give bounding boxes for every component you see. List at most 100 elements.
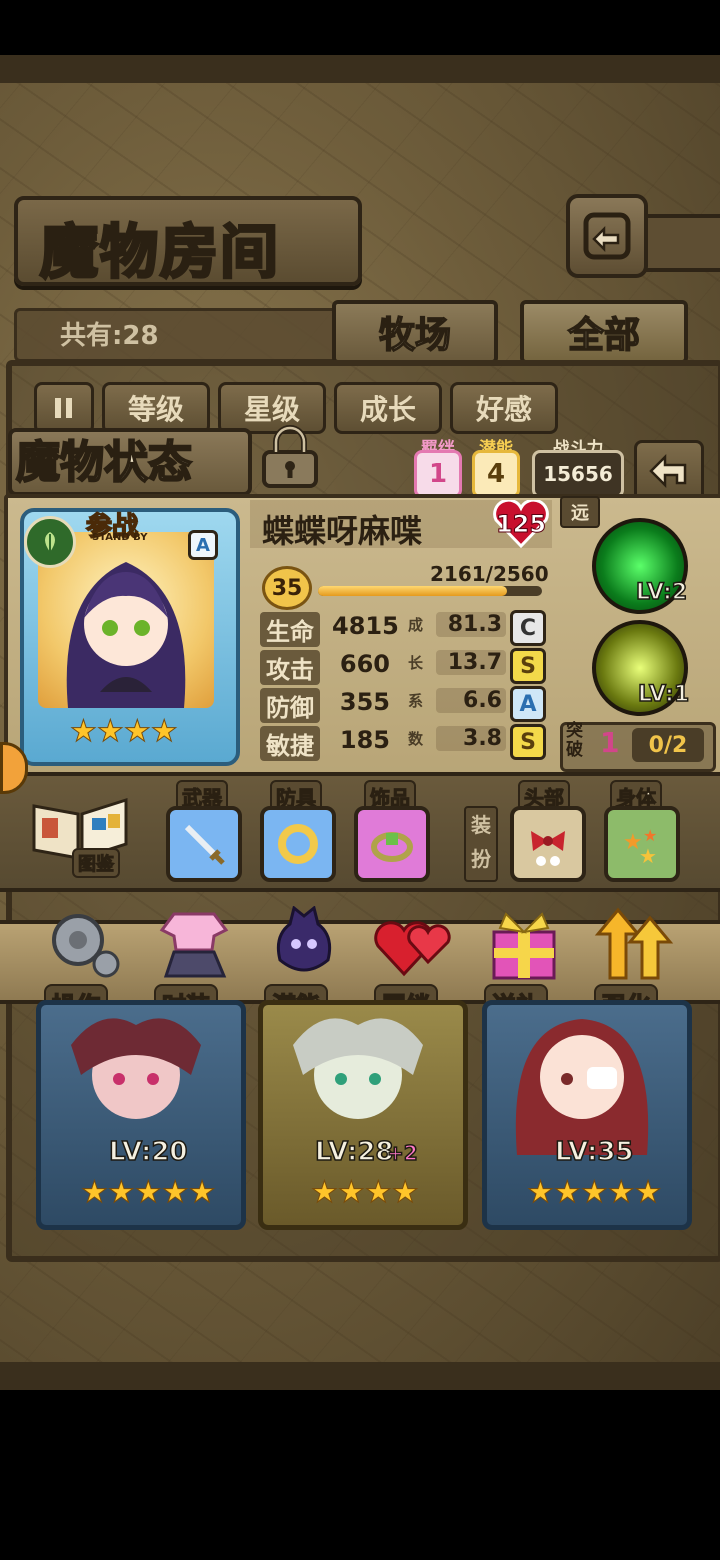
affection-heart: 125 xyxy=(492,500,550,548)
sort-affection-button[interactable]: 好感 xyxy=(450,382,558,434)
head-slot[interactable] xyxy=(510,806,586,882)
rank-badge: A xyxy=(188,530,218,560)
grade-badge: C xyxy=(510,610,546,646)
skill-1-level: LV:2 xyxy=(635,579,688,606)
page-title: 魔物房间 xyxy=(38,217,281,288)
stat-label: 攻击 xyxy=(260,650,320,685)
dress-char: 装 xyxy=(471,813,491,837)
exp-text: 2161/2560 xyxy=(430,562,549,586)
stat-label: 敏捷 xyxy=(260,726,320,761)
stat-value: 4815 xyxy=(332,612,399,640)
exp-bar xyxy=(318,586,542,596)
svg-text:★: ★ xyxy=(643,826,657,845)
breakthrough-char: 破 xyxy=(566,740,583,760)
breakthrough-char: 突 xyxy=(566,721,583,741)
operate-button[interactable]: 操作 xyxy=(44,906,134,1023)
stars-icon: ★★★ xyxy=(623,826,657,868)
book-label: 图鉴 xyxy=(72,848,120,878)
growth-char: 长 xyxy=(408,654,424,672)
stats-table: 生命 4815 成 81.3 C 攻击 660 长 13.7 S 防御 355 … xyxy=(258,610,548,761)
exp-bar-fill xyxy=(318,586,508,596)
costume-button[interactable]: 时装 xyxy=(154,906,244,1023)
arrow-up-icon xyxy=(594,907,674,980)
growth-char: 系 xyxy=(408,692,424,710)
breakthrough-label: 突破 xyxy=(566,722,583,760)
grade-badge: S xyxy=(510,724,546,760)
tab-ranch[interactable]: 牧场 xyxy=(332,300,498,364)
pause-icon xyxy=(55,398,72,418)
bond-value: 1 xyxy=(414,450,462,498)
ring-armor-icon xyxy=(278,824,318,864)
growth-value: 3.8 xyxy=(436,726,506,751)
card-level: LV:20 xyxy=(108,1136,188,1168)
star-icon: ★ xyxy=(553,1175,581,1211)
element-leaf-icon xyxy=(24,516,76,568)
body-slot[interactable]: ★ ★ ★ xyxy=(604,806,680,882)
return-icon xyxy=(583,212,631,260)
card-stars: ★★★★ xyxy=(70,714,179,750)
level-badge: 35 xyxy=(262,566,312,610)
monster-portrait-icon xyxy=(515,1019,649,1155)
growth-value: 81.3 xyxy=(436,612,506,637)
growth-char: 成 xyxy=(408,616,424,634)
stat-label: 防御 xyxy=(260,688,320,723)
star-icon: ★ xyxy=(337,1175,365,1211)
stat-row-atk: 攻击 660 长 13.7 S xyxy=(258,648,548,685)
weapon-slot[interactable] xyxy=(166,806,242,882)
bond-button[interactable]: 羁绊 xyxy=(374,906,464,1023)
star-icon: ★ xyxy=(188,1175,216,1211)
star-icon: ★ xyxy=(527,1175,555,1211)
lock-icon[interactable] xyxy=(258,424,322,490)
monster-card-2[interactable]: LV:28 +2 ★★★★ xyxy=(258,1000,468,1230)
monster-card-1[interactable]: LV:20 ★★★★★ xyxy=(36,1000,246,1230)
dress-char: 扮 xyxy=(471,847,491,871)
bottom-edge xyxy=(0,1362,720,1390)
monster-name: 蝶蝶呀麻喋 xyxy=(262,512,423,550)
star-icon: ★ xyxy=(364,1175,392,1211)
star-icon: ★ xyxy=(134,1175,162,1211)
status-title: 魔物状态 xyxy=(15,436,193,489)
growth-char: 数 xyxy=(408,730,424,748)
sort-growth-button[interactable]: 成长 xyxy=(334,382,442,434)
bow-icon xyxy=(531,831,565,866)
star-icon: ★ xyxy=(391,1175,419,1211)
card-level-bonus: +2 xyxy=(386,1140,418,1166)
star-icon: ★ xyxy=(607,1175,635,1211)
star-icon: ★ xyxy=(311,1175,339,1211)
range-badge: 远 xyxy=(560,496,600,528)
armor-slot[interactable] xyxy=(260,806,336,882)
tab-all[interactable]: 全部 xyxy=(520,300,688,364)
grade-badge: S xyxy=(510,648,546,684)
breakthrough-progress: 0/2 xyxy=(632,728,704,762)
gift-button[interactable]: 送礼 xyxy=(484,906,574,1023)
sword-icon xyxy=(184,824,225,865)
star-icon: ★ xyxy=(580,1175,608,1211)
star-icon: ★ xyxy=(81,1175,109,1211)
top-edge xyxy=(0,55,720,83)
card-stars: ★★★★★ xyxy=(81,1175,217,1211)
potential-button[interactable]: 潜能 xyxy=(264,905,354,1023)
dress-icon xyxy=(159,912,229,978)
star-icon: ★ xyxy=(70,714,98,750)
hearts-icon xyxy=(374,921,451,977)
card-stars: ★★★★★ xyxy=(527,1175,663,1211)
star-icon: ★ xyxy=(150,714,178,750)
return-button[interactable] xyxy=(634,440,704,502)
shadow-icon xyxy=(276,905,332,972)
monster-portrait-icon xyxy=(293,1018,423,1119)
monster-count: 共有:28 xyxy=(60,321,159,351)
svg-text:★: ★ xyxy=(639,844,657,868)
book-button[interactable]: 图鉴 xyxy=(30,792,130,878)
power-value: 15656 xyxy=(532,450,624,498)
potential-value: 4 xyxy=(472,450,520,498)
skill-2-level: LV:1 xyxy=(637,681,690,708)
gear-icon xyxy=(52,914,120,978)
stat-value: 660 xyxy=(339,650,390,678)
monster-card-3[interactable]: LV:35 ★★★★★ xyxy=(482,1000,692,1230)
grade-badge: A xyxy=(510,686,546,722)
affection-value: 125 xyxy=(495,510,547,539)
enhance-button[interactable]: 强化 xyxy=(594,906,684,1023)
stat-label: 生命 xyxy=(260,612,320,647)
accessory-slot[interactable] xyxy=(354,806,430,882)
back-button[interactable] xyxy=(566,194,648,278)
